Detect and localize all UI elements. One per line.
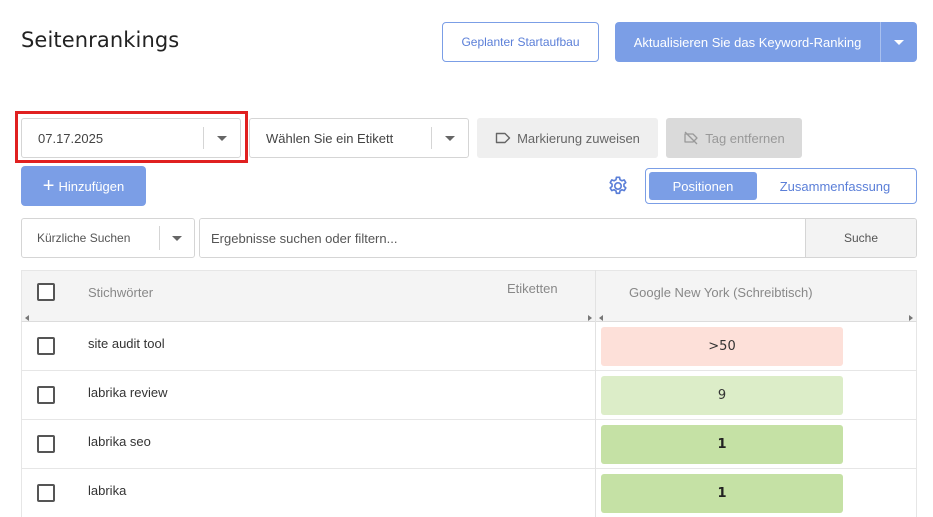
chevron-down-icon [894, 39, 904, 45]
keyword-text[interactable]: labrika review [88, 385, 167, 400]
row-checkbox[interactable] [37, 484, 55, 502]
scroll-right-icon[interactable] [909, 315, 913, 321]
column-header-keywords[interactable]: Stichwörter [88, 285, 153, 300]
column-header-tags[interactable]: Etiketten [507, 281, 558, 296]
recent-searches-select[interactable]: Kürzliche Suchen [21, 218, 195, 258]
table-row: labrika review 9 [21, 371, 917, 420]
remove-tag-button[interactable]: Tag entfernen [666, 118, 802, 158]
search-input[interactable] [200, 219, 805, 257]
update-ranking-dropdown[interactable] [881, 22, 917, 62]
keyword-text[interactable]: labrika seo [88, 434, 151, 449]
recent-searches-label: Kürzliche Suchen [37, 231, 131, 245]
table-row: site audit tool >50 [21, 322, 917, 371]
recent-searches-caret[interactable] [160, 235, 194, 241]
table-header: Stichwörter Etiketten Google New York (S… [21, 270, 917, 322]
column-header-engine[interactable]: Google New York (Schreibtisch) [629, 285, 813, 300]
tag-icon [495, 132, 511, 144]
select-all-checkbox[interactable] [37, 283, 55, 301]
assign-tag-label: Markierung zuweisen [517, 130, 640, 146]
position-cell[interactable]: >50 [601, 327, 843, 366]
column-divider[interactable] [595, 270, 596, 517]
assign-tag-button[interactable]: Markierung zuweisen [477, 118, 658, 158]
tag-select[interactable]: Wählen Sie ein Etikett [249, 118, 469, 158]
row-checkbox[interactable] [37, 337, 55, 355]
scroll-left-icon[interactable] [25, 315, 29, 321]
position-cell[interactable]: 1 [601, 474, 843, 513]
tab-positions[interactable]: Positionen [649, 172, 757, 200]
search-button[interactable]: Suche [805, 219, 916, 257]
scroll-right-icon[interactable] [588, 315, 592, 321]
update-ranking-button[interactable]: Aktualisieren Sie das Keyword-Ranking [615, 22, 881, 62]
row-checkbox[interactable] [37, 435, 55, 453]
tag-select-value: Wählen Sie ein Etikett [266, 130, 394, 146]
table-row: labrika seo 1 [21, 420, 917, 469]
tag-select-caret[interactable] [432, 135, 468, 141]
position-cell[interactable]: 1 [601, 425, 843, 464]
date-select[interactable]: 07.17.2025 [21, 118, 241, 158]
chevron-down-icon [172, 235, 182, 241]
rankings-table: Stichwörter Etiketten Google New York (S… [21, 270, 917, 517]
date-select-caret[interactable] [204, 135, 240, 141]
scroll-left-icon[interactable] [599, 315, 603, 321]
add-keyword-label: Hinzufügen [58, 178, 125, 194]
keyword-text[interactable]: site audit tool [88, 336, 165, 351]
chevron-down-icon [445, 135, 455, 141]
row-checkbox[interactable] [37, 386, 55, 404]
date-select-value: 07.17.2025 [38, 130, 104, 146]
keyword-text[interactable]: labrika [88, 483, 126, 498]
tag-off-icon [684, 131, 698, 145]
remove-tag-label: Tag entfernen [705, 130, 785, 146]
search-bar: Suche [199, 218, 917, 258]
chevron-down-icon [217, 135, 227, 141]
plus-icon: + [42, 175, 55, 197]
scheduled-start-button[interactable]: Geplanter Startaufbau [442, 22, 599, 62]
tab-summary[interactable]: Zusammenfassung [757, 172, 913, 200]
add-keyword-button[interactable]: + Hinzufügen [21, 166, 146, 206]
page-title: Seitenrankings [21, 28, 180, 52]
table-row: labrika 1 [21, 469, 917, 517]
view-toggle: Positionen Zusammenfassung [645, 168, 917, 204]
position-cell[interactable]: 9 [601, 376, 843, 415]
gear-icon[interactable] [607, 175, 629, 197]
update-ranking-split-button: Aktualisieren Sie das Keyword-Ranking [615, 22, 917, 62]
